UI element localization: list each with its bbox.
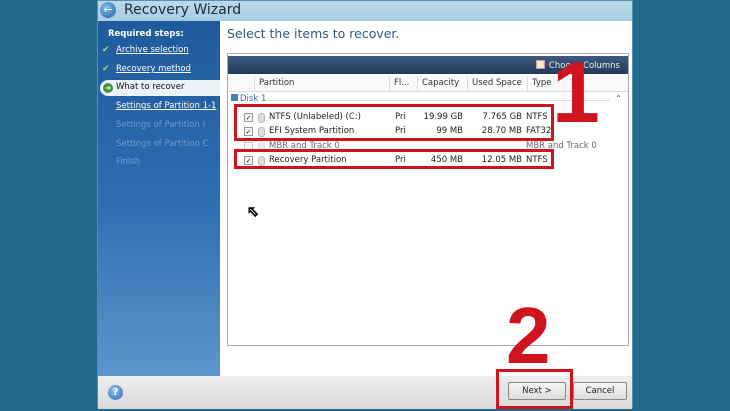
steps-sidebar: Required steps: ✔ Archive selection ✔ Re… xyxy=(98,21,220,376)
help-icon[interactable]: ? xyxy=(108,385,123,400)
window-title: Recovery Wizard xyxy=(124,2,242,18)
page-heading: Select the items to recover. xyxy=(227,26,400,41)
step-settings-partition-1-1[interactable]: Settings of Partition 1-1 xyxy=(116,101,216,111)
highlight-box-recovery xyxy=(234,149,554,169)
mouse-cursor-icon: ⬁ xyxy=(247,204,260,221)
step-archive-selection[interactable]: Archive selection xyxy=(116,45,189,55)
highlight-box-rows xyxy=(234,104,554,141)
checkmark-icon: ✔ xyxy=(102,45,110,55)
col-partition[interactable]: Partition xyxy=(254,76,389,91)
checkmark-icon: ✔ xyxy=(102,64,110,74)
col-flags[interactable]: Fl... xyxy=(389,76,411,91)
back-arrow-icon[interactable]: ← xyxy=(100,2,116,18)
annotation-2: 2 xyxy=(506,291,551,380)
col-capacity[interactable]: Capacity xyxy=(417,76,467,91)
cancel-button[interactable]: Cancel xyxy=(573,382,627,400)
disk-icon xyxy=(231,94,238,101)
columns-icon xyxy=(535,60,545,69)
arrow-right-icon: ➜ xyxy=(103,83,113,93)
annotation-1: 1 xyxy=(552,45,600,141)
step-recovery-method[interactable]: Recovery method xyxy=(116,64,191,74)
step-label: What to recover xyxy=(116,82,185,92)
step-what-to-recover[interactable]: ➜ What to recover xyxy=(100,80,220,96)
steps-heading: Required steps: xyxy=(108,29,184,39)
title-bar: ← Recovery Wizard xyxy=(98,1,632,21)
disk-group: Disk 1 xyxy=(231,94,266,104)
col-used-space[interactable]: Used Space xyxy=(467,76,527,91)
step-settings-partition-c: Settings of Partition C xyxy=(116,139,209,149)
step-settings-partition-i: Settings of Partition I xyxy=(116,120,206,130)
collapse-chevron-icon[interactable]: ⌃ xyxy=(615,94,622,103)
disk-label: Disk 1 xyxy=(240,94,267,104)
step-finish: Finish xyxy=(116,157,141,167)
